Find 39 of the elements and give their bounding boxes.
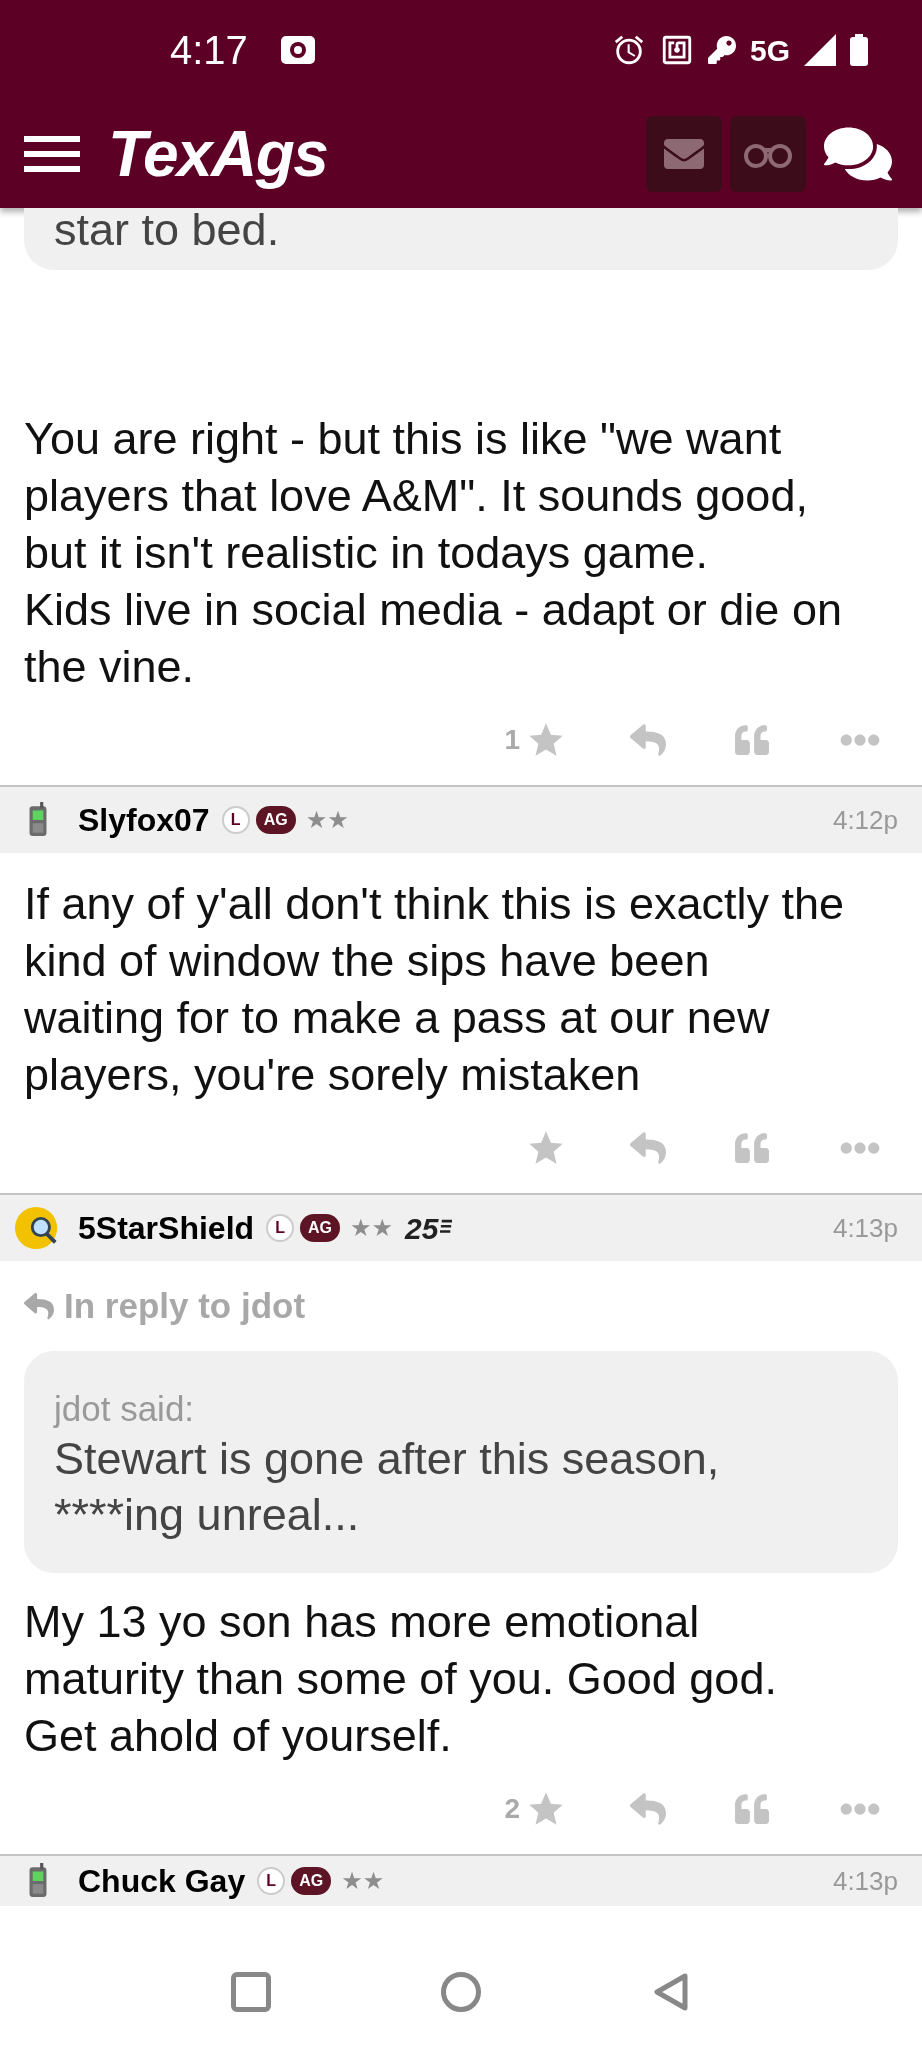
rank-stars: ★★ (305, 805, 349, 836)
clock: 4:17 (170, 27, 248, 74)
post-time: 4:13p (832, 1211, 898, 1245)
quote-text: star to bed. (54, 208, 280, 252)
signal-icon (804, 34, 836, 66)
quote-text: Stewart is gone after this season, ****ing unreal... (54, 1432, 721, 1542)
post-text: If any of y'all don't think this is exactly the kind of window the sips have been waiting for to make a pass at our new players, you're sorely mistaken (23, 877, 846, 1102)
home-button[interactable] (441, 1971, 481, 2012)
star-count: 1 (504, 723, 520, 757)
post-text: You are right - but this is like "we want players that love A&M". It sounds good, but it isn't realistic in todays game. Kids live in social media - adapt or die on the vine. (23, 412, 843, 694)
username[interactable]: 5StarShield (78, 1204, 255, 1252)
binoculars-button[interactable] (730, 116, 806, 192)
badge: AG (255, 806, 296, 834)
badge: L (257, 1867, 286, 1895)
screen-record-icon (279, 35, 316, 65)
recents-button[interactable] (231, 1971, 271, 2012)
username[interactable]: Slyfox07 (78, 796, 210, 844)
rank-label: 25 (405, 1210, 439, 1247)
key-icon (707, 36, 736, 64)
badge: L (266, 1214, 295, 1242)
star-count: 2 (504, 1792, 520, 1826)
rank-stars: ★★ (350, 1213, 394, 1244)
badge: AG (291, 1867, 332, 1895)
phone-icon (27, 1863, 49, 1899)
phone-icon (27, 802, 49, 838)
post-text: My 13 yo son has more emotional maturity than some of you. Good god. Get ahold of yourself. (23, 1595, 778, 1763)
post-time: 4:13p (832, 1864, 898, 1898)
quote-author: jdot said: (54, 1388, 196, 1430)
post-time: 4:12p (832, 803, 898, 837)
badge: AG (300, 1214, 341, 1242)
messages-button[interactable] (646, 116, 722, 192)
network-label: 5G (749, 32, 790, 69)
logo[interactable]: TexAgs (108, 118, 328, 190)
back-button[interactable] (651, 1971, 691, 2012)
username[interactable]: Chuck Gay (78, 1857, 246, 1905)
badge: L (221, 806, 250, 834)
reply-icon (24, 1291, 54, 1321)
battery-icon (850, 34, 868, 66)
rank-stars: ★★ (341, 1866, 385, 1897)
